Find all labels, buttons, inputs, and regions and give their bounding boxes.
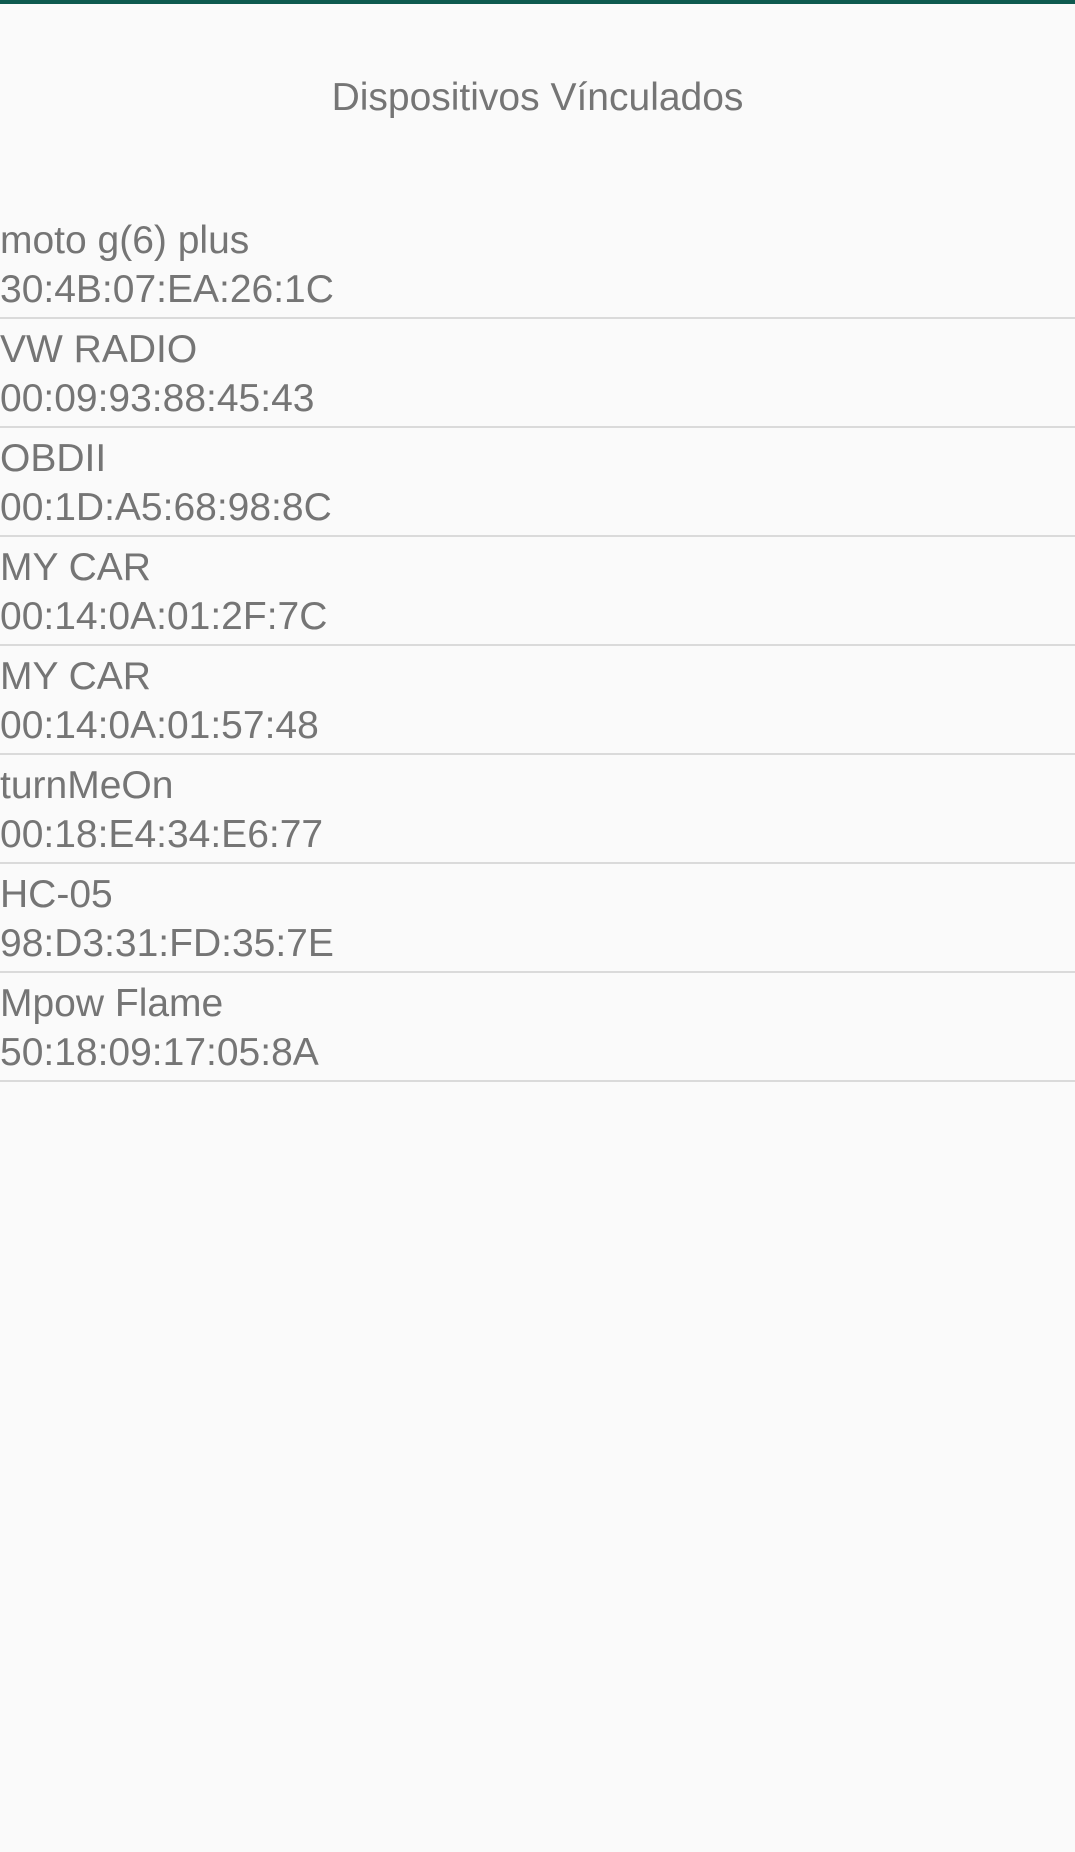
device-mac-address: 00:14:0A:01:2F:7C xyxy=(0,595,328,638)
device-list-item[interactable]: turnMeOn 00:18:E4:34:E6:77 xyxy=(0,755,1075,864)
device-list-item[interactable]: MY CAR 00:14:0A:01:2F:7C xyxy=(0,537,1075,646)
device-mac-address: 00:09:93:88:45:43 xyxy=(0,377,315,420)
device-list-item[interactable]: MY CAR 00:14:0A:01:57:48 xyxy=(0,646,1075,755)
device-list-item[interactable]: Mpow Flame 50:18:09:17:05:8A xyxy=(0,973,1075,1082)
device-list-item[interactable]: OBDII 00:1D:A5:68:98:8C xyxy=(0,428,1075,537)
device-mac-address: 00:1D:A5:68:98:8C xyxy=(0,486,332,529)
device-name: MY CAR xyxy=(0,546,151,589)
device-name: HC-05 xyxy=(0,873,113,916)
device-name: VW RADIO xyxy=(0,328,198,371)
device-list-item[interactable]: HC-05 98:D3:31:FD:35:7E xyxy=(0,864,1075,973)
top-accent-bar xyxy=(0,0,1075,4)
device-list-item[interactable]: VW RADIO 00:09:93:88:45:43 xyxy=(0,319,1075,428)
device-mac-address: 00:14:0A:01:57:48 xyxy=(0,704,319,747)
device-mac-address: 30:4B:07:EA:26:1C xyxy=(0,268,334,311)
device-list-item[interactable]: moto g(6) plus 30:4B:07:EA:26:1C xyxy=(0,210,1075,319)
device-name: MY CAR xyxy=(0,655,151,698)
device-name: turnMeOn xyxy=(0,764,174,807)
device-mac-address: 98:D3:31:FD:35:7E xyxy=(0,922,334,965)
device-name: OBDII xyxy=(0,437,107,480)
device-mac-address: 00:18:E4:34:E6:77 xyxy=(0,813,324,856)
device-name: moto g(6) plus xyxy=(0,219,250,262)
page-title: Dispositivos Vínculados xyxy=(331,76,744,119)
paired-devices-list: moto g(6) plus 30:4B:07:EA:26:1C VW RADI… xyxy=(0,210,1075,1082)
device-name: Mpow Flame xyxy=(0,982,224,1025)
device-mac-address: 50:18:09:17:05:8A xyxy=(0,1031,319,1074)
